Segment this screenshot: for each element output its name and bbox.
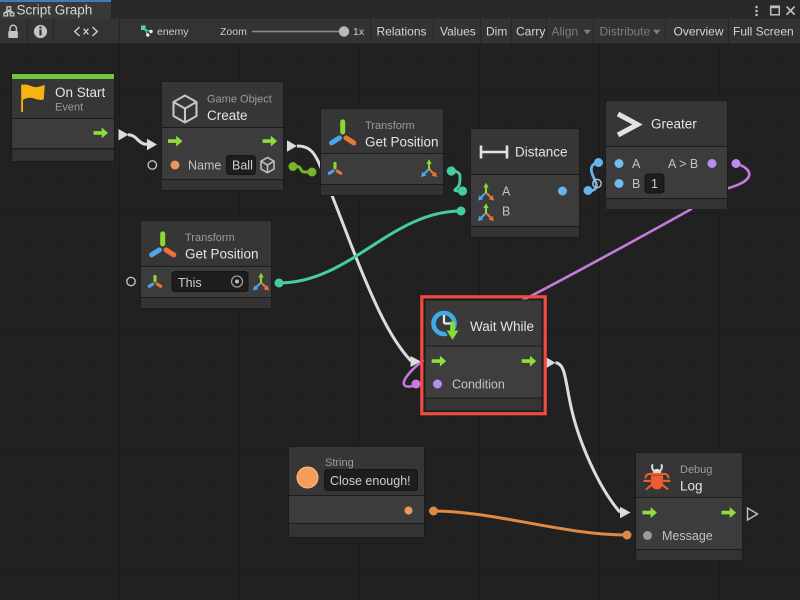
svg-text:Wait While: Wait While <box>470 319 534 334</box>
svg-text:B: B <box>502 205 510 219</box>
svg-text:A > B: A > B <box>668 157 698 171</box>
svg-text:enemy: enemy <box>157 26 189 38</box>
svg-text:Script Graph: Script Graph <box>17 3 93 18</box>
svg-text:Distribute: Distribute <box>600 25 651 39</box>
svg-text:1x: 1x <box>353 26 365 38</box>
svg-text:Game Object: Game Object <box>207 94 272 106</box>
svg-text:Greater: Greater <box>651 117 697 132</box>
svg-text:Full Screen: Full Screen <box>733 25 794 39</box>
svg-text:Event: Event <box>55 102 83 114</box>
svg-text:Transform: Transform <box>365 120 415 132</box>
svg-text:Zoom: Zoom <box>220 26 247 38</box>
svg-text:Overview: Overview <box>674 25 724 39</box>
svg-text:A: A <box>502 185 511 199</box>
svg-text:1: 1 <box>651 177 658 191</box>
svg-text:Log: Log <box>680 479 703 494</box>
svg-text:B: B <box>632 177 640 191</box>
svg-text:Debug: Debug <box>680 464 712 476</box>
svg-text:Get Position: Get Position <box>185 247 259 262</box>
svg-text:On Start: On Start <box>55 85 106 100</box>
svg-text:This: This <box>178 276 202 290</box>
svg-text:Message: Message <box>662 529 713 543</box>
svg-text:Name: Name <box>188 159 221 173</box>
svg-text:Create: Create <box>207 108 248 123</box>
svg-text:Get Position: Get Position <box>365 135 439 150</box>
svg-text:Align: Align <box>552 25 579 39</box>
svg-text:Distance: Distance <box>515 145 568 160</box>
svg-text:Values: Values <box>440 25 476 39</box>
svg-text:A: A <box>632 157 641 171</box>
svg-text:Dim: Dim <box>486 25 507 39</box>
svg-text:Carry: Carry <box>516 25 545 39</box>
svg-text:Close enough!: Close enough! <box>330 474 411 488</box>
svg-text:Relations: Relations <box>377 25 427 39</box>
svg-text:String: String <box>325 457 354 469</box>
svg-text:Transform: Transform <box>185 232 235 244</box>
svg-text:Condition: Condition <box>452 378 505 392</box>
svg-text:Ball: Ball <box>232 159 253 173</box>
